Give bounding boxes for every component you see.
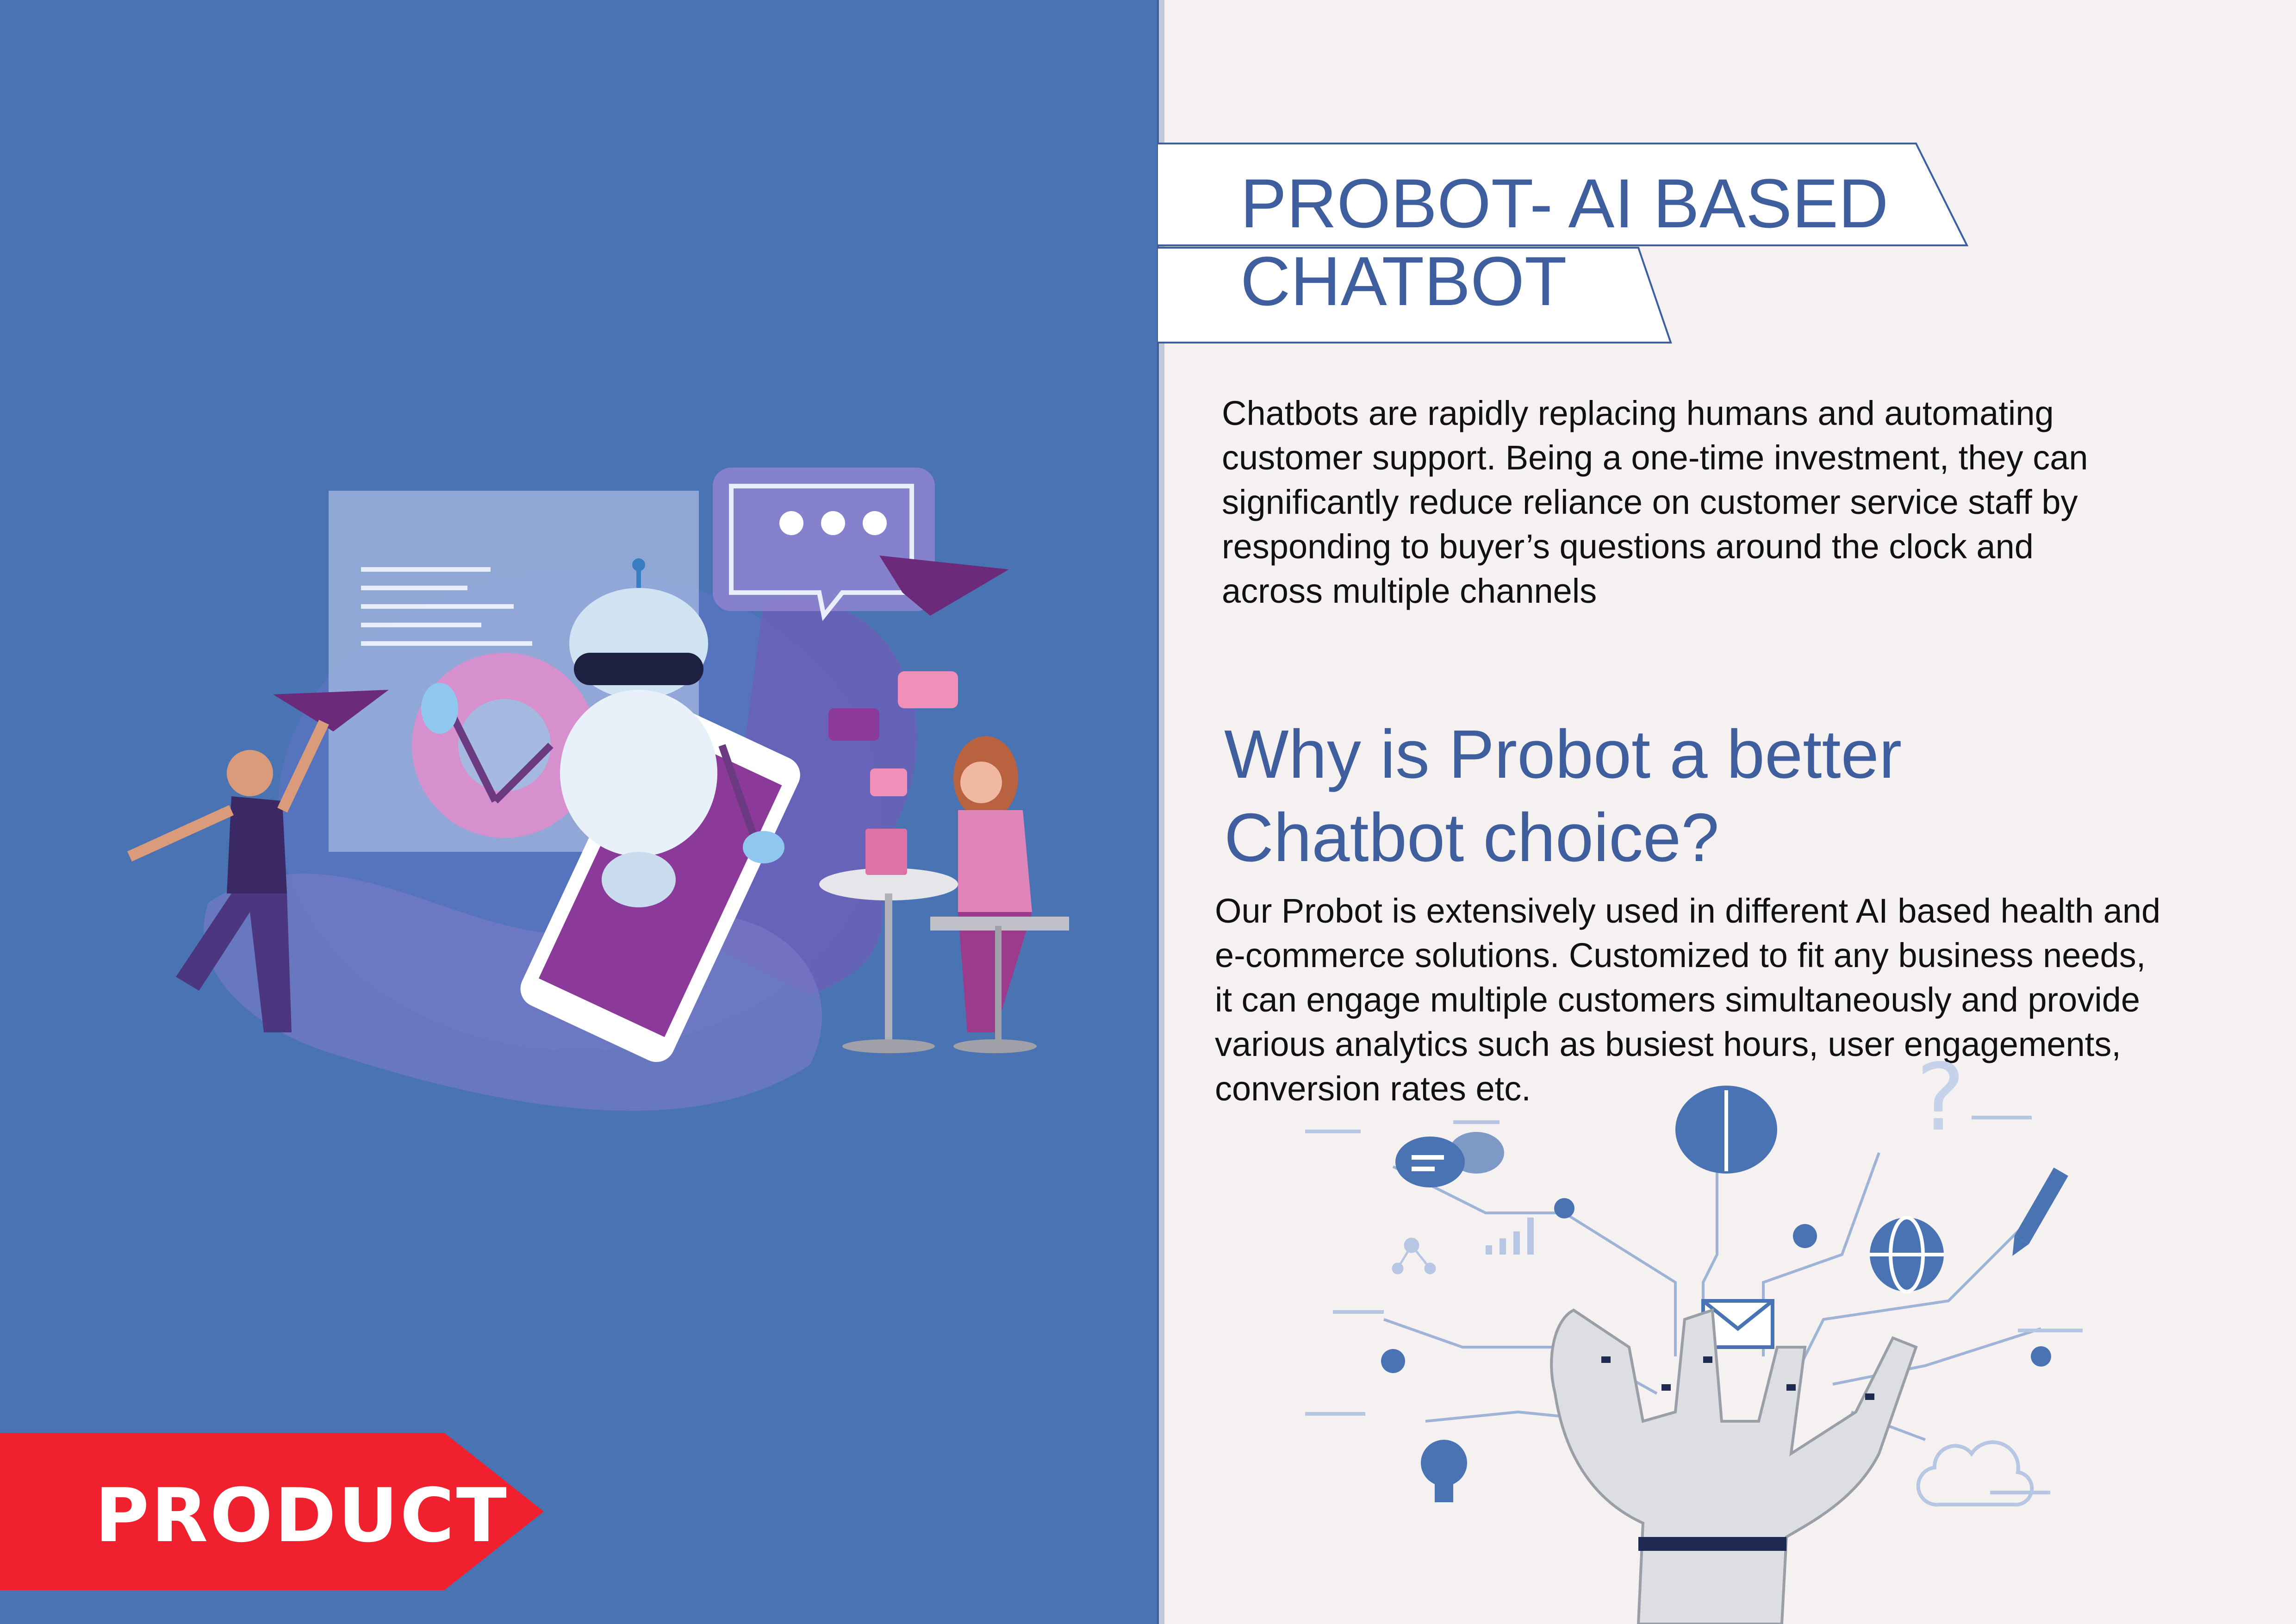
intro-line: significantly reduce reliance on custome… xyxy=(1222,483,2078,521)
why-line: Our Probot is extensively used in differ… xyxy=(1215,892,2161,930)
page-title-line2: CHATBOT xyxy=(1240,242,1567,320)
message-icon xyxy=(828,708,879,741)
cloud-icon xyxy=(1916,1440,2034,1507)
gear-icon xyxy=(2031,1346,2051,1367)
intro-line: across multiple channels xyxy=(1222,572,1597,610)
message-icon xyxy=(870,768,907,796)
product-tag-label: PRODUCT xyxy=(95,1472,509,1559)
why-heading-line1: Why is Probot a better xyxy=(1224,716,1902,793)
why-line: various analytics such as busiest hours,… xyxy=(1215,1025,2121,1063)
why-heading-line2: Chatbot choice? xyxy=(1224,800,1719,876)
why-heading: Why is Probot a better Chatbot choice? xyxy=(1224,713,2057,880)
chat-bubble-icon xyxy=(713,468,935,621)
page-title: PROBOT- AI BASED CHATBOT xyxy=(1240,164,1888,320)
chat-bubble-icon xyxy=(1395,1132,1504,1187)
robot-chatbot-illustration xyxy=(127,468,1069,1111)
brain-icon xyxy=(1675,1086,1777,1174)
gear-icon xyxy=(1554,1198,1574,1218)
intro-line: Chatbots are rapidly replacing humans an… xyxy=(1222,394,2054,432)
why-line: it can engage multiple customers simulta… xyxy=(1215,981,2140,1019)
network-icon xyxy=(1392,1237,1436,1274)
lightbulb-icon xyxy=(1421,1440,1467,1502)
gear-icon xyxy=(1793,1224,1817,1248)
woman-figure-icon xyxy=(930,736,1069,1053)
robot-hand-icon xyxy=(1550,1308,1918,1624)
robot-hand-illustration: ? xyxy=(1305,1060,2083,1624)
intro-paragraph: Chatbots are rapidly replacing humans an… xyxy=(1222,391,2194,613)
message-icon xyxy=(898,671,958,708)
laptop-icon xyxy=(865,829,907,875)
intro-line: responding to buyer’s questions around t… xyxy=(1222,527,2034,566)
gear-icon xyxy=(1381,1349,1405,1373)
intro-line: customer support. Being a one-time inves… xyxy=(1222,438,2088,477)
page-title-line1: PROBOT- AI BASED xyxy=(1240,164,1889,242)
why-line: e-commerce solutions. Customized to fit … xyxy=(1215,936,2146,974)
globe-icon xyxy=(1870,1216,1944,1293)
bar-chart-icon xyxy=(1486,1218,1534,1255)
pencil-icon xyxy=(2012,1168,2068,1256)
question-mark-icon: ? xyxy=(1916,1060,1965,1152)
